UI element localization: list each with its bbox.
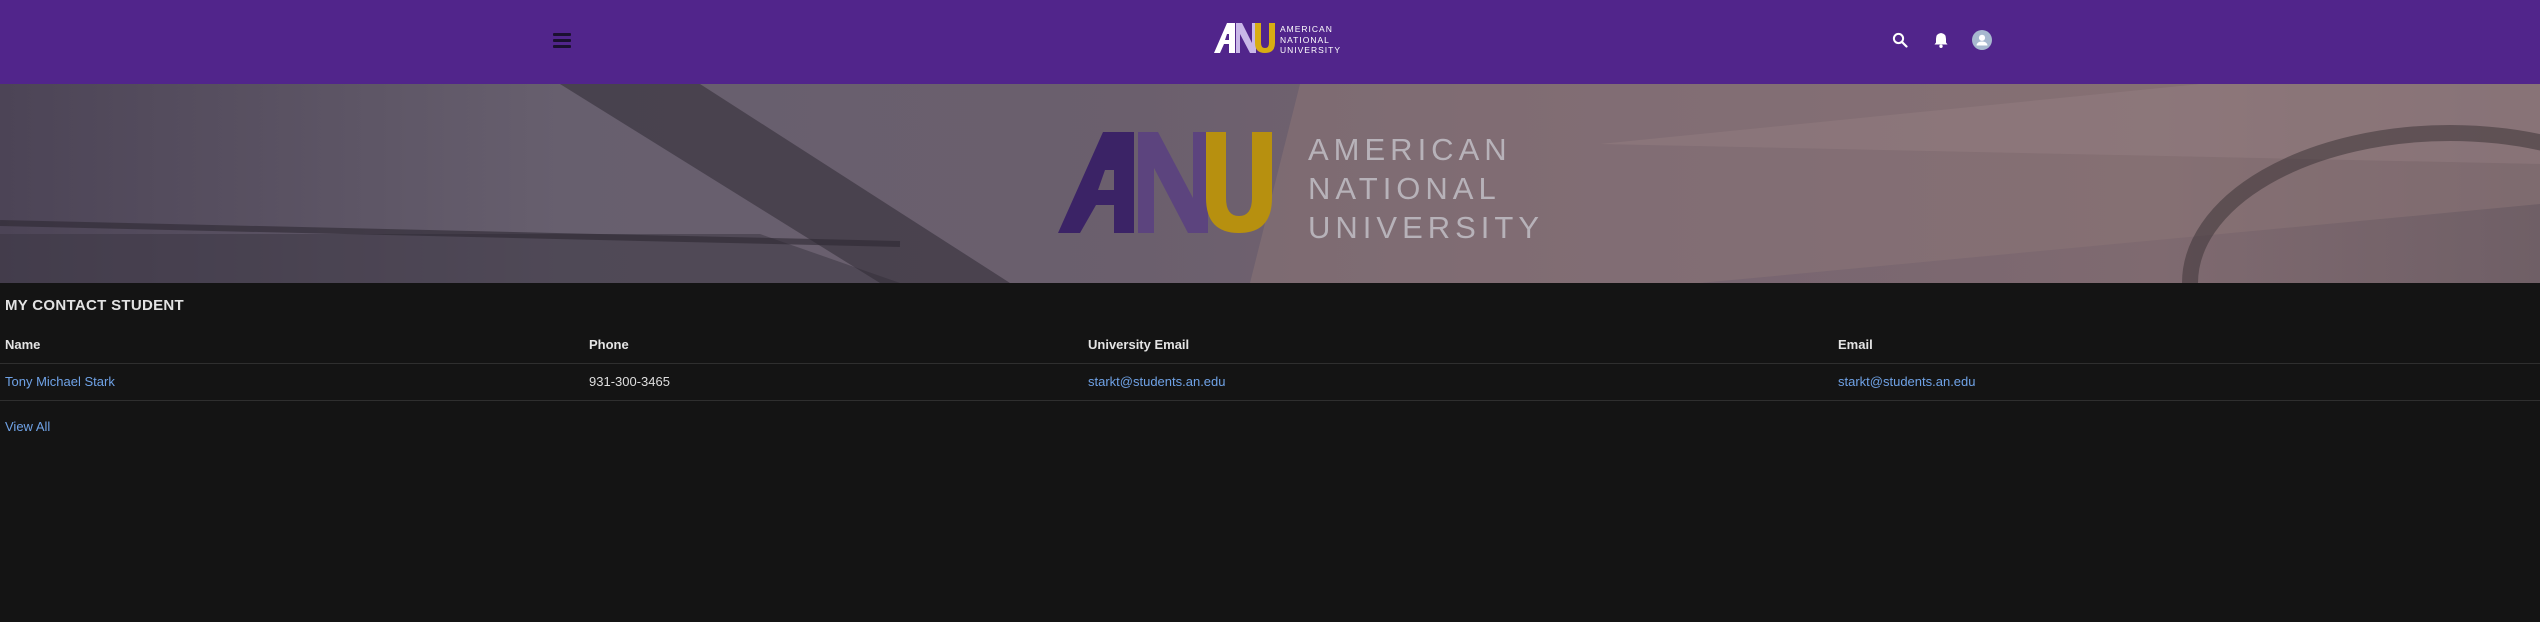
contact-name-link[interactable]: Tony Michael Stark	[5, 364, 115, 400]
anu-logo-wordmark: AMERICAN NATIONAL UNIVERSITY	[1280, 24, 1341, 56]
banner-word-university: UNIVERSITY	[1308, 210, 1545, 245]
anu-logo[interactable]: AMERICAN NATIONAL UNIVERSITY	[1214, 20, 1340, 60]
banner-word-national: NATIONAL	[1308, 171, 1501, 206]
column-header-university-email: University Email	[1088, 337, 1190, 352]
contact-email-link[interactable]: starkt@students.an.edu	[1838, 364, 1976, 400]
hamburger-menu-icon[interactable]	[550, 27, 576, 53]
user-avatar-icon[interactable]	[1968, 26, 1996, 54]
contacts-table: Name Phone University Email Email Tony M…	[0, 327, 2540, 401]
anu-logo-mark	[1214, 23, 1275, 53]
banner-logo-wordmark: AMERICAN NATIONAL UNIVERSITY	[1308, 130, 1544, 247]
contact-phone: 931-300-3465	[589, 374, 670, 389]
logo-word-university: UNIVERSITY	[1280, 45, 1342, 55]
search-icon[interactable]	[1886, 26, 1914, 54]
table-row: Tony Michael Stark 931-300-3465 starkt@s…	[0, 364, 2540, 401]
bell-icon[interactable]	[1927, 26, 1955, 54]
contact-university-email-link[interactable]: starkt@students.an.edu	[1088, 364, 1226, 400]
column-header-name: Name	[5, 337, 41, 352]
column-header-phone: Phone	[589, 337, 629, 352]
view-all-link[interactable]: View All	[5, 419, 50, 434]
column-header-email: Email	[1838, 337, 1873, 352]
logo-word-national: NATIONAL	[1280, 34, 1330, 45]
my-contact-student-section: MY CONTACT STUDENT Name Phone University…	[0, 283, 2540, 622]
banner-word-american: AMERICAN	[1308, 132, 1512, 167]
section-title: MY CONTACT STUDENT	[5, 297, 185, 314]
banner-logo-mark	[1058, 132, 1272, 233]
banner-anu-logo: AMERICAN NATIONAL UNIVERSITY	[1058, 130, 1539, 245]
table-header-row: Name Phone University Email Email	[0, 327, 2540, 364]
top-navigation-bar: AMERICAN NATIONAL UNIVERSITY	[0, 0, 2540, 84]
hero-banner: AMERICAN NATIONAL UNIVERSITY	[0, 84, 2540, 283]
logo-word-american: AMERICAN	[1280, 24, 1333, 34]
